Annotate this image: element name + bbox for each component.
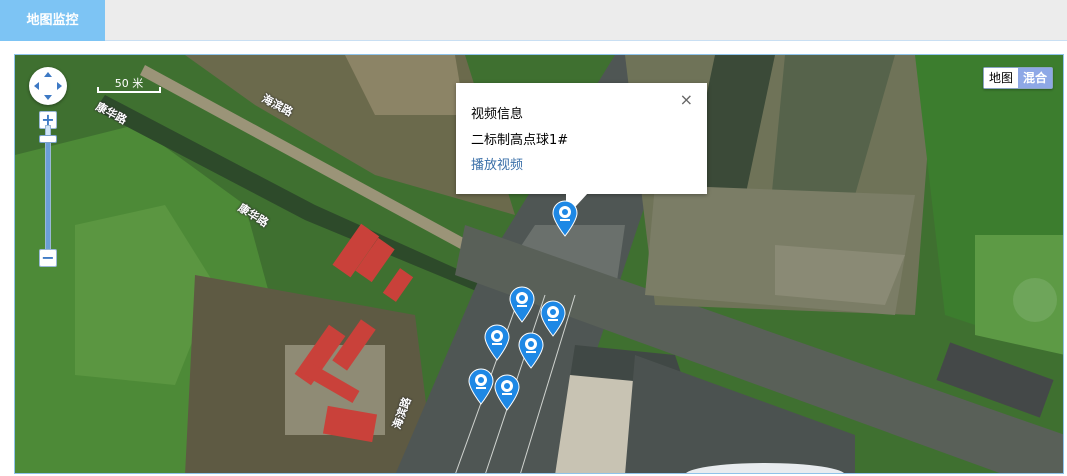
zoom-level-fill — [46, 141, 50, 252]
map-type-hybrid-button[interactable]: 混合 — [1017, 68, 1052, 88]
camera-pin-icon — [552, 200, 578, 237]
camera-marker-2[interactable] — [508, 285, 536, 323]
zoom-slider-handle[interactable] — [39, 135, 57, 143]
scale-bar: 50 米 — [97, 77, 161, 93]
zoom-slider[interactable] — [45, 125, 51, 253]
camera-pin-icon — [468, 368, 494, 405]
camera-pin-icon — [518, 332, 544, 369]
play-video-link[interactable]: 播放视频 — [471, 154, 692, 173]
tab-map-monitoring[interactable]: 地图监控 — [0, 0, 105, 41]
pan-arrows-icon — [34, 72, 62, 100]
scale-line — [97, 87, 161, 93]
popup-camera-name: 二标制高点球1# — [471, 133, 569, 148]
map-view[interactable]: + − 50 米 康华路 海滨路 康华路 海滨路 地图 混合 视频信息 二标制高… — [14, 54, 1064, 474]
camera-pin-icon — [484, 324, 510, 361]
zoom-out-button[interactable]: − — [39, 249, 57, 267]
camera-marker-4[interactable] — [483, 323, 511, 361]
camera-marker-6[interactable] — [467, 367, 495, 405]
camera-pin-icon — [494, 374, 520, 411]
map-type-switcher: 地图 混合 — [982, 67, 1053, 89]
pan-control[interactable] — [29, 67, 67, 105]
tab-bar: 地图监控 — [0, 0, 1067, 41]
camera-marker-5[interactable] — [517, 331, 545, 369]
popup-title: 视频信息 — [471, 107, 524, 122]
camera-marker-1[interactable] — [551, 199, 579, 237]
camera-marker-7[interactable] — [493, 373, 521, 411]
camera-pin-icon — [509, 286, 535, 323]
close-icon[interactable]: × — [680, 90, 693, 109]
camera-info-popup: 视频信息 二标制高点球1# 播放视频 × — [456, 83, 707, 194]
map-type-map-button[interactable]: 地图 — [983, 68, 1018, 88]
